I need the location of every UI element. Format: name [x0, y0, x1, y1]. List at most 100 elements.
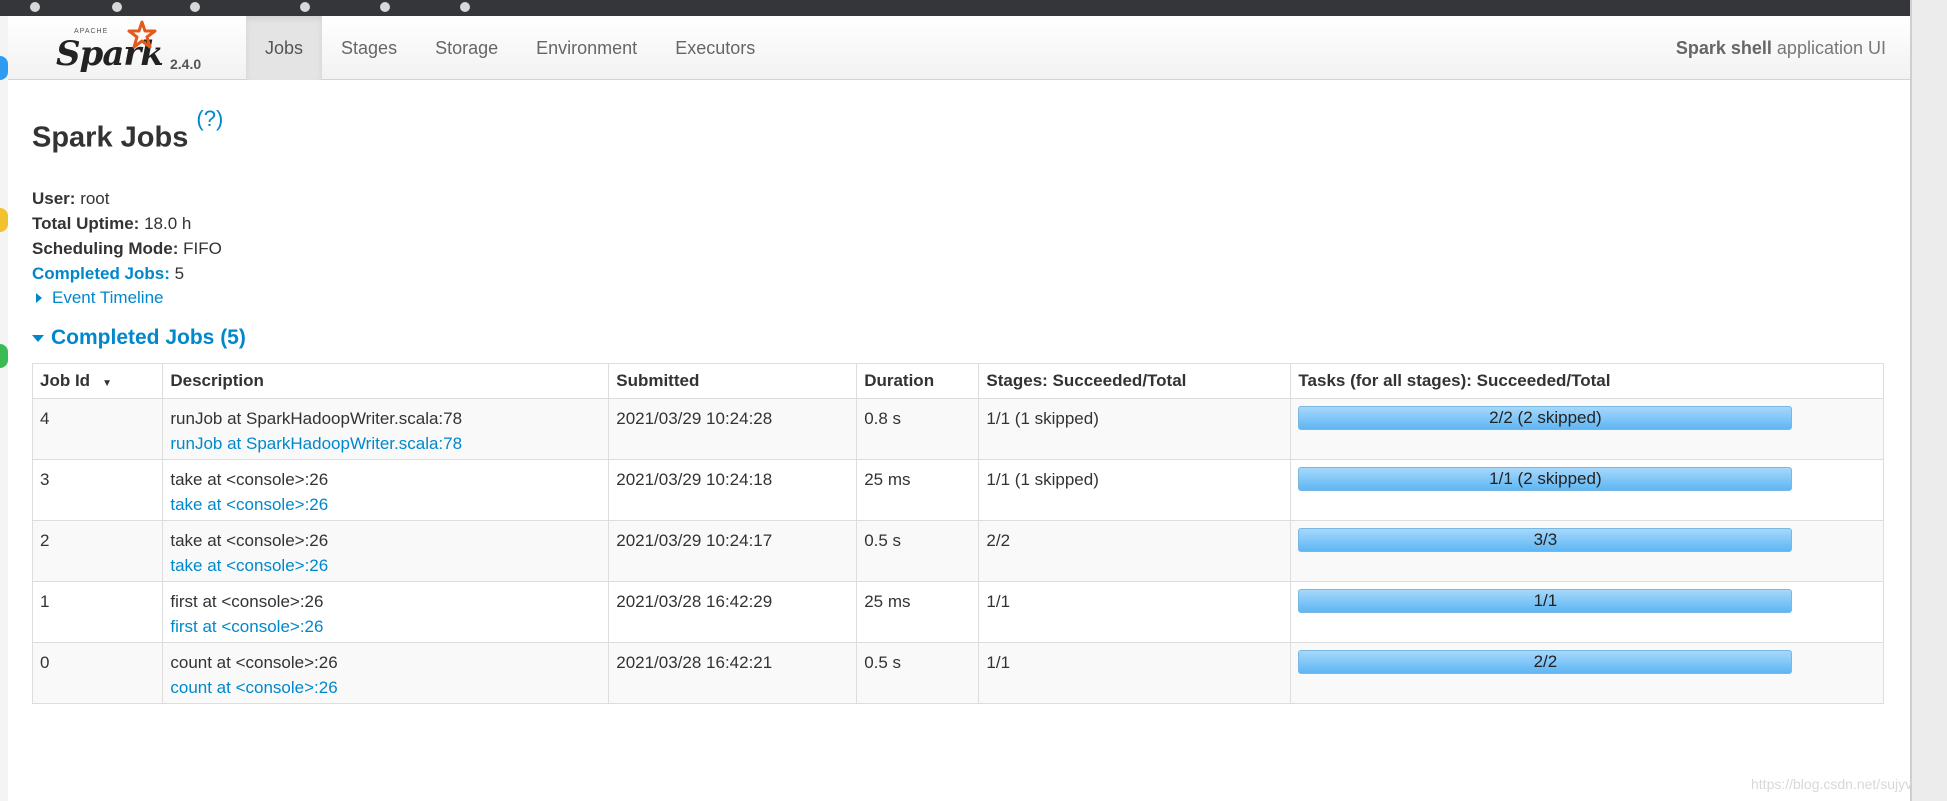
- table-row: 4 runJob at SparkHadoopWriter.scala:78 ru…: [31, 398, 1884, 460]
- job-description: take at <console>:26: [170, 531, 329, 550]
- sidebar-app-icon: [0, 208, 8, 232]
- cell-description: take at <console>:26 take at <console>:26: [162, 520, 610, 582]
- completed-jobs-heading: Completed Jobs (5): [51, 326, 246, 349]
- job-description-link[interactable]: count at <console>:26: [170, 675, 601, 700]
- task-progress-bar: 1/1 (2 skipped): [1298, 467, 1793, 491]
- cell-submitted: 2021/03/28 16:42:29: [608, 581, 858, 643]
- cell-stages: 1/1: [978, 581, 1292, 643]
- cell-submitted: 2021/03/29 10:24:17: [608, 520, 858, 582]
- bookmark-icon[interactable]: [300, 2, 310, 12]
- cell-duration: 0.5 s: [856, 642, 980, 704]
- job-description: runJob at SparkHadoopWriter.scala:78: [170, 409, 463, 428]
- header-job-id[interactable]: Job Id ▼: [31, 363, 164, 399]
- task-progress-bar: 2/2: [1298, 650, 1793, 674]
- task-progress-bar: 3/3: [1298, 528, 1793, 552]
- summary-mode-value: FIFO: [178, 239, 222, 258]
- cell-stages: 1/1 (1 skipped): [978, 398, 1292, 460]
- sidebar-app-icon: [0, 344, 8, 368]
- spark-ui-page: APACHE Spark 2.4.0 Jobs Stages Storage E…: [8, 16, 1910, 801]
- navbar: APACHE Spark 2.4.0 Jobs Stages Storage E…: [8, 16, 1910, 80]
- header-description[interactable]: Description: [162, 363, 610, 399]
- completed-jobs-link[interactable]: Completed Jobs:: [32, 264, 170, 283]
- table-row: 2 take at <console>:26 take at <console>:…: [31, 520, 1884, 582]
- tab-jobs[interactable]: Jobs: [246, 16, 323, 80]
- tab-executors[interactable]: Executors: [656, 16, 774, 80]
- event-timeline-toggle[interactable]: Event Timeline: [32, 288, 164, 308]
- cell-tasks: 2/2: [1290, 642, 1884, 704]
- cell-duration: 0.5 s: [856, 520, 980, 582]
- caret-right-icon: [36, 293, 42, 303]
- app-title-suffix: application UI: [1771, 38, 1886, 58]
- page-title: Spark Jobs (?): [32, 106, 223, 155]
- cell-job-id: 3: [31, 459, 164, 521]
- cell-tasks: 3/3: [1290, 520, 1884, 582]
- summary-completed-value: 5: [169, 264, 185, 283]
- job-description: take at <console>:26: [170, 470, 329, 489]
- job-summary-list: User: root Total Uptime: 18.0 h Scheduli…: [32, 186, 222, 286]
- cell-submitted: 2021/03/28 16:42:21: [608, 642, 858, 704]
- cell-duration: 25 ms: [856, 581, 980, 643]
- tab-stages[interactable]: Stages: [322, 16, 416, 80]
- summary-mode-label: Scheduling Mode:: [32, 239, 179, 258]
- bookmark-icon[interactable]: [460, 2, 470, 12]
- summary-user-value: root: [75, 189, 110, 208]
- header-stages[interactable]: Stages: Succeeded/Total: [978, 363, 1292, 399]
- cell-description: runJob at SparkHadoopWriter.scala:78 runJ…: [162, 398, 610, 460]
- summary-uptime: Total Uptime: 18.0 h: [32, 211, 222, 236]
- cell-job-id: 1: [31, 581, 164, 643]
- completed-jobs-toggle[interactable]: Completed Jobs (5): [32, 326, 246, 350]
- spark-star-icon: [127, 20, 157, 49]
- summary-uptime-value: 18.0 h: [139, 214, 192, 233]
- header-duration[interactable]: Duration: [856, 363, 980, 399]
- summary-user: User: root: [32, 186, 222, 211]
- header-submitted[interactable]: Submitted: [608, 363, 858, 399]
- table-row: 1 first at <console>:26 first at <console…: [31, 581, 1884, 643]
- event-timeline-label: Event Timeline: [52, 288, 164, 307]
- table-row: 3 take at <console>:26 take at <console>:…: [31, 459, 1884, 521]
- table-row: 0 count at <console>:26 count at <console…: [31, 642, 1884, 704]
- cell-stages: 1/1 (1 skipped): [978, 459, 1292, 521]
- sidebar-app-icon: [0, 56, 8, 80]
- job-description-link[interactable]: take at <console>:26: [170, 553, 601, 578]
- job-description-link[interactable]: first at <console>:26: [170, 614, 601, 639]
- cell-tasks: 2/2 (2 skipped): [1290, 398, 1884, 460]
- summary-scheduling: Scheduling Mode: FIFO: [32, 236, 222, 261]
- cell-duration: 0.8 s: [856, 398, 980, 460]
- completed-jobs-table: Job Id ▼ Description Submitted Duration S…: [31, 363, 1884, 704]
- cell-submitted: 2021/03/29 10:24:28: [608, 398, 858, 460]
- tab-storage[interactable]: Storage: [416, 16, 517, 80]
- cell-stages: 1/1: [978, 642, 1292, 704]
- bookmark-icon[interactable]: [112, 2, 122, 12]
- header-tasks[interactable]: Tasks (for all stages): Succeeded/Total: [1290, 363, 1884, 399]
- job-description: first at <console>:26: [170, 592, 324, 611]
- cell-description: first at <console>:26 first at <console>:…: [162, 581, 610, 643]
- table-header-row: Job Id ▼ Description Submitted Duration S…: [31, 363, 1884, 399]
- bookmark-icon[interactable]: [380, 2, 390, 12]
- watermark: https://blog.csdn.net/sujyv: [1751, 776, 1913, 792]
- page-title-text: Spark Jobs: [32, 121, 189, 154]
- summary-uptime-label: Total Uptime:: [32, 214, 140, 233]
- right-scrollbar[interactable]: [1910, 0, 1947, 801]
- summary-user-label: User:: [32, 189, 76, 208]
- cell-tasks: 1/1: [1290, 581, 1884, 643]
- job-description-link[interactable]: take at <console>:26: [170, 492, 601, 517]
- header-job-id-label: Job Id: [40, 371, 91, 390]
- cell-job-id: 4: [31, 398, 164, 460]
- job-description: count at <console>:26: [170, 653, 338, 672]
- task-progress-bar: 1/1: [1298, 589, 1793, 613]
- cell-duration: 25 ms: [856, 459, 980, 521]
- bookmark-icon[interactable]: [30, 2, 40, 12]
- cell-job-id: 2: [31, 520, 164, 582]
- app-title: Spark shell application UI: [1676, 16, 1886, 80]
- help-link[interactable]: (?): [196, 106, 223, 131]
- app-name: Spark shell: [1675, 38, 1772, 58]
- nav-tabs: Jobs Stages Storage Environment Executor…: [246, 16, 774, 80]
- summary-completed: Completed Jobs: 5: [32, 261, 222, 286]
- tab-environment[interactable]: Environment: [517, 16, 656, 80]
- left-window-edge: [0, 16, 8, 801]
- spark-logo[interactable]: APACHE Spark 2.4.0: [56, 20, 206, 76]
- bookmark-icon[interactable]: [190, 2, 200, 12]
- cell-submitted: 2021/03/29 10:24:18: [608, 459, 858, 521]
- task-progress-bar: 2/2 (2 skipped): [1298, 406, 1793, 430]
- job-description-link[interactable]: runJob at SparkHadoopWriter.scala:78: [170, 431, 601, 456]
